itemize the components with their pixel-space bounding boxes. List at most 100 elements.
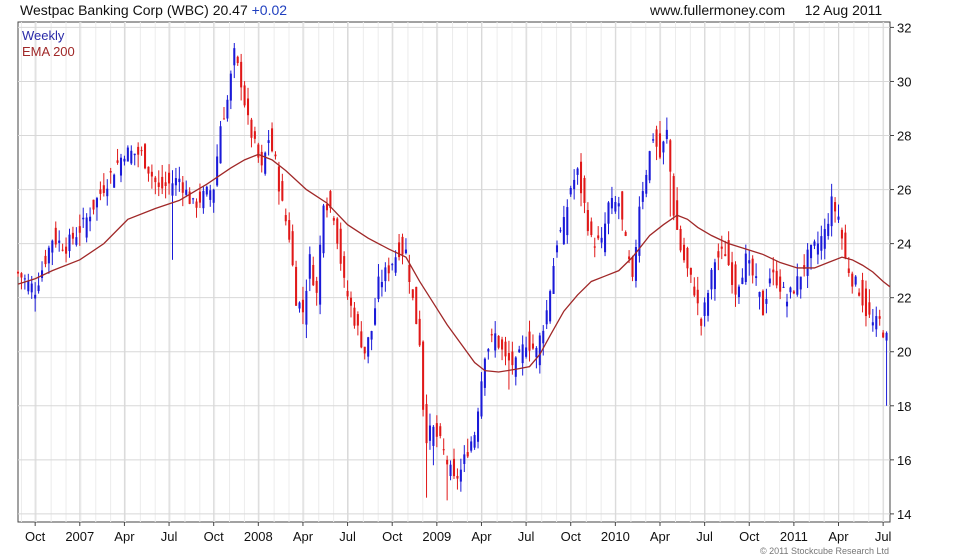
candle-body — [343, 256, 346, 278]
candle-body — [525, 347, 528, 357]
candle-body — [370, 331, 373, 340]
x-tick-label: Oct — [382, 529, 403, 544]
candle-body — [552, 265, 555, 294]
candle-body — [236, 56, 239, 64]
candle-body — [336, 218, 339, 244]
candle-body — [830, 196, 833, 227]
candle-body — [751, 258, 754, 276]
candle-body — [202, 190, 205, 209]
candle-body — [123, 158, 126, 162]
candle-body — [827, 223, 830, 236]
candle-body — [312, 264, 315, 286]
candle-body — [308, 254, 311, 279]
candle-body — [157, 182, 160, 187]
candle-body — [816, 243, 819, 255]
candle-body — [789, 287, 792, 293]
candle-body — [511, 351, 514, 366]
candle-body — [744, 253, 747, 282]
candle-body — [494, 333, 497, 351]
candle-body — [291, 231, 294, 266]
candle-body — [99, 189, 102, 194]
candle-body — [363, 346, 366, 354]
candle-body — [113, 174, 116, 188]
candle-body — [257, 144, 260, 158]
x-tick-label: 2010 — [601, 529, 630, 544]
candle-body — [823, 229, 826, 249]
candle-body — [140, 150, 143, 152]
candle-body — [315, 280, 318, 293]
stock-chart: 14 16 18 20 22 24 26 28 30 32 Oct 2007 Apr Jul Oct 2008… — [16, 20, 911, 544]
candle-body — [435, 423, 438, 437]
x-tick-label: Oct — [204, 529, 225, 544]
candle-body — [54, 227, 57, 245]
candle-body — [858, 292, 861, 296]
candle-body — [782, 286, 785, 288]
candle-body — [703, 302, 706, 316]
candle-body — [78, 226, 81, 233]
candle-body — [401, 236, 404, 255]
x-tick-label: Oct — [739, 529, 760, 544]
candle-body — [411, 289, 414, 298]
candle-body — [775, 270, 778, 286]
candle-body — [741, 277, 744, 284]
candle-body — [483, 358, 486, 388]
candle-body — [47, 247, 50, 264]
candle-body — [30, 283, 33, 293]
candle-body — [222, 118, 226, 120]
candle-body — [250, 119, 253, 138]
candle-body — [58, 240, 61, 243]
candle-body — [271, 128, 274, 152]
candle-body — [755, 276, 758, 279]
candle-body — [374, 308, 377, 325]
candle-body — [579, 161, 583, 194]
candle-body — [885, 332, 888, 341]
y-tick-label: 30 — [897, 74, 911, 89]
candle-body — [339, 228, 342, 264]
candle-body — [260, 151, 263, 166]
candle-body — [130, 150, 133, 164]
candle-body — [226, 99, 229, 119]
candle-body — [799, 276, 802, 290]
candle-body — [507, 353, 510, 361]
x-tick-label: Apr — [114, 529, 135, 544]
candle-body — [23, 278, 26, 280]
candle-body — [380, 281, 383, 288]
candle-body — [415, 286, 418, 324]
plot-area — [17, 21, 891, 523]
candle-body — [367, 337, 370, 357]
candle-body — [452, 458, 456, 477]
candle-body — [497, 335, 500, 348]
candle-body — [391, 264, 394, 266]
candle-body — [882, 332, 885, 338]
candle-body — [796, 276, 799, 295]
candle-body — [229, 73, 232, 101]
candle-body — [209, 190, 212, 200]
candle-body — [349, 297, 353, 306]
candle-body — [456, 475, 459, 479]
candle-body — [785, 301, 789, 307]
candle-body — [16, 271, 20, 274]
candle-body — [198, 191, 201, 203]
candle-body — [37, 285, 40, 292]
candle-body — [792, 291, 795, 294]
candle-body — [332, 218, 335, 221]
candle-body — [576, 168, 579, 175]
candle-body — [583, 177, 586, 203]
candle-body — [871, 322, 874, 326]
candle-body — [628, 256, 631, 260]
candle-body — [686, 247, 689, 269]
candle-body — [281, 181, 284, 201]
copyright: © 2011 Stockcube Research Ltd — [760, 546, 890, 556]
candle-body — [264, 152, 267, 174]
candle-body — [418, 318, 421, 346]
y-tick-label: 26 — [897, 183, 911, 198]
candle-body — [559, 230, 562, 232]
candle-body — [713, 262, 716, 290]
candle-body — [655, 129, 658, 147]
candle-body — [480, 381, 483, 417]
candle-body — [449, 464, 452, 477]
candle-body — [253, 131, 256, 139]
candle-body — [394, 257, 397, 273]
y-tick-label: 16 — [897, 453, 911, 468]
candle-body — [325, 204, 329, 211]
